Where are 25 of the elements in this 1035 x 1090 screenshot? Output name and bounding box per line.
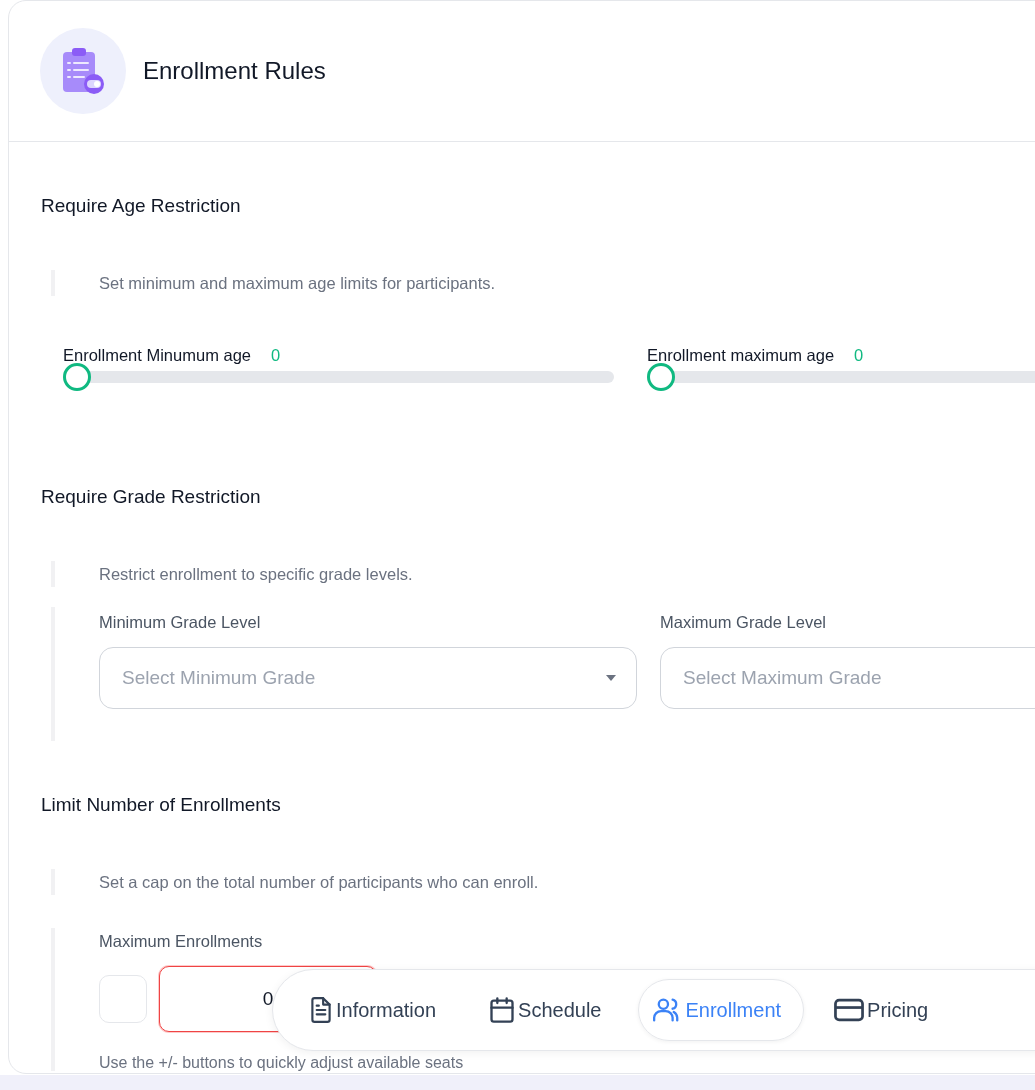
section-title: Limit Number of Enrollments <box>41 793 282 817</box>
age-slider[interactable] <box>63 363 614 391</box>
decrement-button[interactable] <box>99 975 147 1023</box>
field-label: Maximum Enrollments <box>99 931 264 952</box>
page-title: Enrollment Rules <box>143 57 326 85</box>
slider-label: Enrollment maximum age <box>647 346 835 365</box>
slider-handle[interactable] <box>647 363 675 391</box>
calendar-icon <box>488 996 517 1024</box>
section-description: Restrict enrollment to specific grade levels. <box>98 564 413 584</box>
slider-value: 0 <box>271 346 281 365</box>
slider-handle[interactable] <box>63 363 91 391</box>
section-description: Set a cap on the total number of participants who can enroll. <box>98 872 539 892</box>
field-label: Minimum Grade Level <box>99 612 262 633</box>
section-description: Set minimum and maximum age limits for participants. <box>98 273 496 293</box>
section-title: Require Grade Restriction <box>41 485 262 509</box>
document-icon <box>308 996 334 1024</box>
slider-label: Enrollment Minumum age <box>63 346 251 365</box>
nav-tab[interactable]: Pricing <box>818 979 952 1041</box>
slider-value: 0 <box>854 346 864 365</box>
helper-text: Use the +/- buttons to quickly adjust available seats <box>99 1054 465 1071</box>
nav-tab[interactable]: Schedule <box>473 979 625 1041</box>
age-slider[interactable] <box>647 363 1035 391</box>
credit-card-icon <box>833 996 866 1024</box>
field-label: Maximum Grade Level <box>660 612 827 633</box>
section-title: Require Age Restriction <box>41 194 242 218</box>
